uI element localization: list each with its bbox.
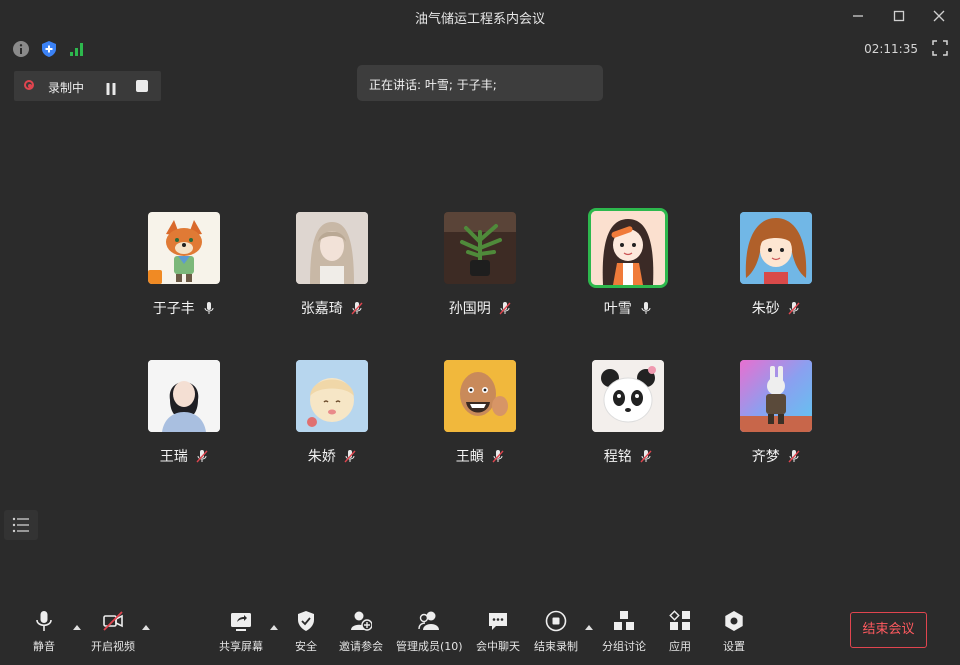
security-button[interactable]: 安全 xyxy=(288,610,324,658)
manage-members-button[interactable]: 管理成员(10) xyxy=(396,610,463,658)
mute-label: 静音 xyxy=(33,640,55,653)
mic-muted-icon xyxy=(351,302,363,315)
share-screen-label: 共享屏幕 xyxy=(219,640,263,653)
title-bar: 油气储运工程系内会议 xyxy=(0,0,960,34)
info-icon[interactable] xyxy=(12,40,30,58)
participant-name: 张嘉琦 xyxy=(282,298,382,318)
anime-avatar xyxy=(296,360,368,432)
security-shield-icon xyxy=(298,611,314,631)
settings-gear-icon xyxy=(725,611,743,631)
video-off-icon xyxy=(103,611,123,631)
chat-button[interactable]: 会中聊天 xyxy=(474,610,522,658)
participant-name: 朱砂 xyxy=(726,298,826,318)
minimize-icon[interactable] xyxy=(850,8,866,24)
end-meeting-button[interactable]: 结束会议 xyxy=(850,612,927,648)
panda-avatar xyxy=(592,360,664,432)
caret-up-icon[interactable] xyxy=(73,625,81,630)
microphone-icon xyxy=(36,611,52,631)
participant-name: 王頔 xyxy=(430,446,530,466)
mic-muted-icon xyxy=(492,450,504,463)
mic-on-icon xyxy=(203,302,215,315)
settings-button[interactable]: 设置 xyxy=(716,610,752,658)
stop-recording-icon[interactable] xyxy=(136,80,148,92)
participant-name: 叶雪 xyxy=(578,298,678,318)
maximize-icon[interactable] xyxy=(891,8,907,24)
participant-name: 王瑞 xyxy=(134,446,234,466)
participant-tile[interactable]: 王頔 xyxy=(430,360,530,470)
security-label: 安全 xyxy=(295,640,317,653)
speaking-indicator: 正在讲话: 叶雪; 于子丰; xyxy=(357,65,603,101)
mic-muted-icon xyxy=(499,302,511,315)
manage-members-label: 管理成员(10) xyxy=(396,640,463,653)
participant-name: 于子丰 xyxy=(134,298,234,318)
participant-name: 朱娇 xyxy=(282,446,382,466)
fullscreen-icon[interactable] xyxy=(932,40,948,56)
participant-tile[interactable]: 于子丰 xyxy=(134,212,234,322)
breakout-button[interactable]: 分组讨论 xyxy=(600,610,648,658)
recording-label: 录制中 xyxy=(48,81,85,95)
cartoon-hair-avatar xyxy=(740,212,812,284)
status-row: 02:11:35 xyxy=(0,38,960,60)
bald-man-avatar xyxy=(444,360,516,432)
participant-tile-active[interactable]: 叶雪 xyxy=(578,208,678,322)
shield-icon[interactable] xyxy=(40,40,58,58)
cartoon-girl-avatar xyxy=(588,208,668,288)
plant-avatar xyxy=(444,212,516,284)
window-title: 油气储运工程系内会议 xyxy=(414,12,545,27)
close-icon[interactable] xyxy=(931,8,947,24)
participant-list-toggle[interactable] xyxy=(4,510,38,540)
invite-button[interactable]: 邀请参会 xyxy=(336,610,386,658)
stop-record-icon xyxy=(545,610,567,632)
end-recording-button[interactable]: 结束录制 xyxy=(532,610,580,658)
invite-user-icon xyxy=(351,611,372,631)
mic-muted-icon xyxy=(640,450,652,463)
mic-muted-icon xyxy=(344,450,356,463)
members-icon xyxy=(418,611,439,630)
participant-tile[interactable]: 张嘉琦 xyxy=(282,212,382,322)
breakout-label: 分组讨论 xyxy=(602,640,646,653)
mic-muted-icon xyxy=(196,450,208,463)
rabbit-soldier-avatar xyxy=(740,360,812,432)
mic-muted-icon xyxy=(788,450,800,463)
invite-label: 邀请参会 xyxy=(339,640,383,653)
settings-label: 设置 xyxy=(723,640,745,653)
participant-tile[interactable]: 程铭 xyxy=(578,360,678,470)
chat-label: 会中聊天 xyxy=(476,640,520,653)
participant-tile[interactable]: 王瑞 xyxy=(134,360,234,470)
meeting-toolbar: 静音 开启视频 共享屏幕 安全 邀请参会 管理成员(10) 会中聊天 结束录制 … xyxy=(0,600,960,665)
mute-button[interactable]: 静音 xyxy=(22,610,66,658)
caret-up-icon[interactable] xyxy=(585,625,593,630)
signal-icon xyxy=(68,40,86,58)
pause-icon[interactable] xyxy=(105,80,117,95)
share-screen-icon xyxy=(231,613,251,631)
participant-name: 齐梦 xyxy=(726,446,826,466)
chat-icon xyxy=(489,613,507,630)
caret-up-icon[interactable] xyxy=(142,625,150,630)
mic-muted-icon xyxy=(788,302,800,315)
share-screen-button[interactable]: 共享屏幕 xyxy=(216,610,266,658)
caret-up-icon[interactable] xyxy=(270,625,278,630)
apps-button[interactable]: 应用 xyxy=(662,610,698,658)
recording-bar: 录制中 xyxy=(14,71,161,101)
meeting-clock: 02:11:35 xyxy=(864,42,918,56)
end-recording-label: 结束录制 xyxy=(534,640,578,653)
apps-label: 应用 xyxy=(669,640,691,653)
start-video-label: 开启视频 xyxy=(91,640,135,653)
host-badge xyxy=(148,270,162,284)
record-dot-icon xyxy=(24,80,34,90)
girl-photo-avatar xyxy=(296,212,368,284)
portrait-avatar xyxy=(148,360,220,432)
start-video-button[interactable]: 开启视频 xyxy=(86,610,140,658)
participant-tile[interactable]: 齐梦 xyxy=(726,360,826,470)
mic-on-icon xyxy=(640,302,652,315)
participant-tile[interactable]: 孙国明 xyxy=(430,212,530,322)
breakout-rooms-icon xyxy=(614,611,634,630)
participant-name: 孙国明 xyxy=(430,298,530,318)
participant-tile[interactable]: 朱娇 xyxy=(282,360,382,470)
participant-tile[interactable]: 朱砂 xyxy=(726,212,826,322)
list-icon xyxy=(12,517,29,533)
participant-name: 程铭 xyxy=(578,446,678,466)
apps-icon xyxy=(669,610,690,630)
fox-avatar xyxy=(148,212,220,284)
